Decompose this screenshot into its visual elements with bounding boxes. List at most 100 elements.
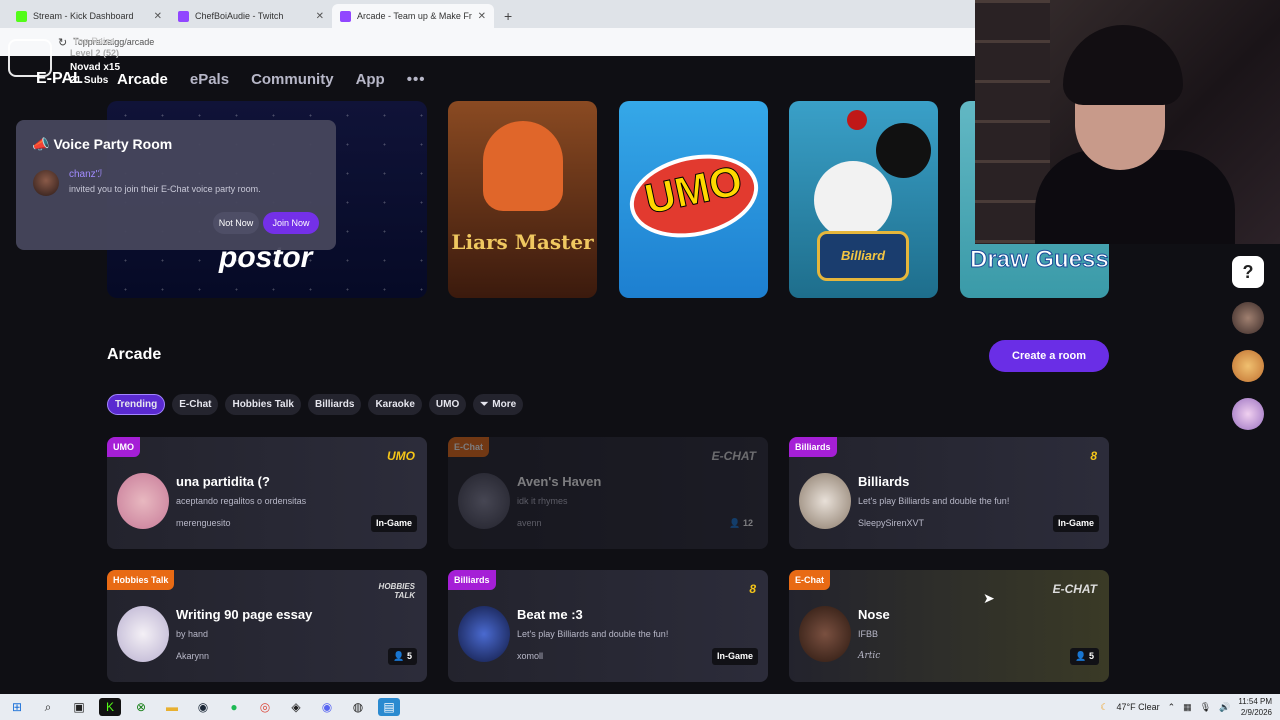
filter-echat[interactable]: E-Chat bbox=[172, 394, 219, 415]
twitch-icon bbox=[178, 10, 189, 22]
room-category: Billiards bbox=[789, 437, 837, 457]
mouse-cursor-icon: ➤ bbox=[983, 590, 995, 606]
nav-epals[interactable]: ePals bbox=[190, 71, 229, 88]
obs-icon[interactable]: ◍ bbox=[347, 698, 369, 716]
train-icon bbox=[8, 39, 52, 77]
filter-billiards[interactable]: Billiards bbox=[307, 394, 362, 415]
status-badge: In-Game bbox=[711, 648, 758, 665]
room-host: Akarynn bbox=[176, 651, 210, 661]
game-banner-billiard[interactable]: Billiard bbox=[789, 101, 938, 298]
cue-ball-icon bbox=[814, 161, 892, 239]
kick-app-icon[interactable]: K bbox=[99, 698, 121, 716]
room-host: Artic bbox=[858, 651, 881, 661]
filter-hobbies-talk[interactable]: Hobbies Talk bbox=[225, 394, 301, 415]
xbox-icon[interactable]: ⊗ bbox=[130, 698, 152, 716]
close-tab-icon[interactable]: ✕ bbox=[316, 11, 324, 22]
search-icon[interactable]: ⌕ bbox=[37, 698, 59, 716]
popup-title: Voice Party Room bbox=[53, 136, 173, 152]
fox-mascot-icon bbox=[483, 121, 563, 211]
avatar[interactable] bbox=[1232, 302, 1264, 334]
filter-trending[interactable]: Trending bbox=[107, 394, 166, 415]
room-card[interactable]: HOBBIES TALK Hobbies Talk Writing 90 pag… bbox=[107, 570, 427, 682]
address-bar[interactable]: ↻ Toppraizaigg/arcade bbox=[0, 28, 975, 56]
new-tab-button[interactable]: + bbox=[494, 8, 522, 28]
webcam-feed bbox=[975, 0, 1280, 244]
help-icon[interactable]: ? bbox=[1232, 256, 1264, 288]
room-title: Billiards bbox=[858, 474, 910, 489]
monitor-app-icon[interactable]: ▤ bbox=[378, 698, 400, 716]
game-banner-liars-master[interactable]: Liars Master bbox=[448, 101, 597, 298]
hobbies-badge: HOBBIES TALK bbox=[378, 582, 415, 600]
filter-umo[interactable]: UMO bbox=[428, 394, 467, 415]
site-nav: E-PAL Arcade ePals Community App ••• bbox=[0, 57, 975, 101]
room-host: SleepySirenXVT bbox=[858, 518, 925, 528]
filter-karaoke[interactable]: Karaoke bbox=[368, 394, 422, 415]
room-description: idk it rhymes bbox=[517, 496, 568, 506]
filter-more[interactable]: ⏷ More bbox=[473, 394, 524, 415]
browser-tab[interactable]: ChefBoiAudie - Twitch ✕ bbox=[170, 4, 332, 28]
task-view-icon[interactable]: ▣ bbox=[68, 698, 90, 716]
create-room-button[interactable]: Create a room bbox=[989, 340, 1109, 372]
avatar[interactable] bbox=[1232, 398, 1264, 430]
mic-icon[interactable]: 🎙 bbox=[1200, 702, 1211, 713]
discord-icon[interactable]: ◉ bbox=[316, 698, 338, 716]
not-now-button[interactable]: Not Now bbox=[213, 212, 259, 234]
close-tab-icon[interactable]: ✕ bbox=[154, 11, 162, 22]
room-title: Nose bbox=[858, 607, 890, 622]
join-now-button[interactable]: Join Now bbox=[263, 212, 319, 234]
avatar[interactable] bbox=[33, 170, 59, 196]
room-description: aceptando regalitos o ordensitas bbox=[176, 496, 307, 506]
browser-tab-active[interactable]: Arcade - Team up & Make Frien ✕ bbox=[332, 4, 494, 28]
game-banner-umo[interactable]: UMO bbox=[619, 101, 768, 298]
room-card[interactable]: E-CHAT E-Chat Nose IFBB Artic 👤 5 bbox=[789, 570, 1109, 682]
user-count: 👤 12 bbox=[729, 518, 753, 528]
weather-text[interactable]: 47°F Clear bbox=[1117, 702, 1160, 712]
user-icon: 👤 bbox=[1075, 651, 1089, 661]
avatar bbox=[458, 606, 510, 662]
room-card[interactable]: E-CHAT E-Chat Aven's Haven idk it rhymes… bbox=[448, 437, 768, 549]
avatar bbox=[117, 606, 169, 662]
speaker-icon[interactable]: 🔊 bbox=[1219, 702, 1230, 713]
room-category: Billiards bbox=[448, 570, 496, 590]
avatar bbox=[799, 473, 851, 529]
nav-community[interactable]: Community bbox=[251, 71, 334, 88]
room-title: Aven's Haven bbox=[517, 474, 602, 489]
network-icon[interactable]: ▦ bbox=[1183, 702, 1192, 713]
steam-icon[interactable]: ◉ bbox=[192, 698, 214, 716]
room-card[interactable]: 8 Billiards Billiards Let's play Billiar… bbox=[789, 437, 1109, 549]
folder-icon[interactable]: ▬ bbox=[161, 698, 183, 716]
room-card[interactable]: 8 Billiards Beat me :3 Let's play Billia… bbox=[448, 570, 768, 682]
invite-message: invited you to join their E-Chat voice p… bbox=[69, 184, 261, 194]
room-description: Let's play Billiards and double the fun! bbox=[517, 629, 669, 639]
app-icon[interactable]: ◈ bbox=[285, 698, 307, 716]
echat-badge: E-CHAT bbox=[711, 449, 756, 463]
system-tray: ☾ 47°F Clear ⌃ ▦ 🎙 🔊 11:54 PM 2/9/2026 bbox=[1100, 694, 1272, 720]
clock[interactable]: 11:54 PM 2/9/2026 bbox=[1238, 696, 1272, 718]
billiard-badge: 8 bbox=[749, 582, 756, 596]
chrome-icon[interactable]: ◎ bbox=[254, 698, 276, 716]
browser-tab[interactable]: Stream - Kick Dashboard ✕ bbox=[8, 4, 170, 28]
more-icon[interactable]: ••• bbox=[407, 71, 426, 88]
taskbar: ⊞ ⌕ ▣ K ⊗ ▬ ◉ ● ◎ ◈ ◉ ◍ ▤ ☾ 47°F Clear ⌃… bbox=[0, 694, 1280, 720]
avatar bbox=[117, 473, 169, 529]
close-tab-icon[interactable]: ✕ bbox=[478, 11, 486, 22]
chevron-up-icon[interactable]: ⌃ bbox=[1168, 702, 1176, 713]
room-title: una partidita (? bbox=[176, 474, 270, 489]
room-category: Hobbies Talk bbox=[107, 570, 175, 590]
user-icon: 👤 bbox=[393, 651, 407, 661]
room-card[interactable]: UMO UMO una partidita (? aceptando regal… bbox=[107, 437, 427, 549]
megaphone-icon: 📣 bbox=[32, 136, 50, 152]
billiard-badge: 8 bbox=[1090, 449, 1097, 463]
room-category: UMO bbox=[107, 437, 140, 457]
inviter-name[interactable]: chanz'ℐ bbox=[69, 169, 102, 180]
windows-start-icon[interactable]: ⊞ bbox=[6, 698, 28, 716]
spotify-icon[interactable]: ● bbox=[223, 698, 245, 716]
kick-icon bbox=[16, 10, 27, 22]
avatar bbox=[458, 473, 510, 529]
status-badge: In-Game bbox=[370, 515, 417, 532]
nav-app[interactable]: App bbox=[356, 71, 385, 88]
user-count: 👤 5 bbox=[388, 648, 417, 665]
voice-party-invite-popup: 📣 Voice Party Room chanz'ℐ invited you to… bbox=[16, 120, 336, 250]
right-rail: ? bbox=[1215, 244, 1280, 694]
avatar[interactable] bbox=[1232, 350, 1264, 382]
